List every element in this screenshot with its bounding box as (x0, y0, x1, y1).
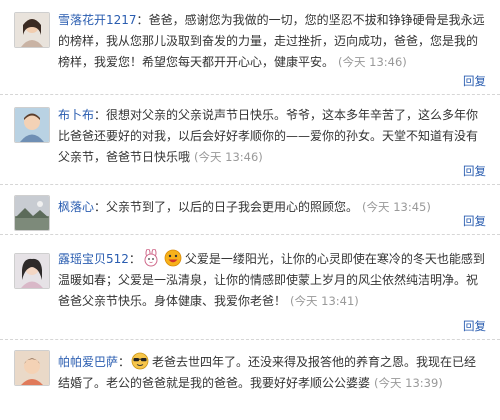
reply-link[interactable]: 回复 (463, 163, 486, 179)
reply-link[interactable]: 回复 (463, 73, 486, 89)
comment-item: 露瑶宝贝512： 父爱是一缕阳光，让你的心灵即使在寒冷的冬天也能感到温暖如春；父爱… (0, 235, 500, 340)
comment-body: 帕帕爱巴萨： 老爸去世四年了。还没来得及报答他的养育之恩。我现在已经结婚了。老公的… (58, 352, 488, 394)
comment-text: 父亲节到了，以后的日子我会更用心的照顾您。 (106, 200, 359, 214)
comment-feed: 雪落花开1217：爸爸，感谢您为我做的一切，您的坚忍不拔和铮铮硬骨是我永远的榜样… (0, 0, 500, 420)
bunny-emoticon-icon (144, 249, 158, 267)
comment-body: 布卜布：很想对父亲的父亲说声节日快乐。爷爷，这本多年辛苦了，这么多年你比爸爸还要… (58, 108, 479, 164)
comment-body: 雪落花开1217：爸爸，感谢您为我做的一切，您的坚忍不拔和铮铮硬骨是我永远的榜样… (58, 13, 485, 69)
user-avatar-icon[interactable] (14, 350, 50, 386)
comment-body: 枫落心：父亲节到了，以后的日子我会更用心的照顾您。 (今天 13:45) (58, 200, 431, 214)
comment-body: 露瑶宝贝512： 父爱是一缕阳光，让你的心灵即使在寒冷的冬天也能感到温暖如春；父爱… (58, 249, 488, 312)
sunglasses-emoticon-icon (131, 352, 149, 370)
username-link[interactable]: 露瑶宝贝512 (58, 252, 129, 266)
comment-time: (今天 13:41) (290, 294, 359, 308)
user-avatar-icon[interactable] (14, 195, 50, 231)
user-avatar-icon[interactable] (14, 12, 50, 48)
username-link[interactable]: 帕帕爱巴萨 (58, 355, 118, 369)
comment-time: (今天 13:46) (338, 55, 407, 69)
reply-link[interactable]: 回复 (463, 318, 486, 334)
user-avatar-icon[interactable] (14, 253, 50, 289)
reply-link[interactable]: 回复 (463, 213, 486, 229)
comment-item: 布卜布：很想对父亲的父亲说声节日快乐。爷爷，这本多年辛苦了，这么多年你比爸爸还要… (0, 95, 500, 185)
comment-text: 很想对父亲的父亲说声节日快乐。爷爷，这本多年辛苦了，这么多年你比爸爸还要好的对我… (58, 108, 479, 164)
user-avatar-icon[interactable] (14, 107, 50, 143)
comment-time: (今天 13:39) (374, 376, 443, 390)
comment-item: 枫落心：父亲节到了，以后的日子我会更用心的照顾您。 (今天 13:45) 回复 (0, 185, 500, 235)
smile-emoticon-icon (164, 249, 182, 267)
username-link[interactable]: 枫落心 (58, 200, 94, 214)
comment-item: 雪落花开1217：爸爸，感谢您为我做的一切，您的坚忍不拔和铮铮硬骨是我永远的榜样… (0, 0, 500, 95)
username-link[interactable]: 布卜布 (58, 108, 94, 122)
comment-item: 帕帕爱巴萨： 老爸去世四年了。还没来得及报答他的养育之恩。我现在已经结婚了。老公的… (0, 340, 500, 420)
comment-time: (今天 13:45) (362, 200, 431, 214)
comment-time: (今天 13:46) (194, 150, 263, 164)
username-link[interactable]: 雪落花开1217 (58, 13, 137, 27)
